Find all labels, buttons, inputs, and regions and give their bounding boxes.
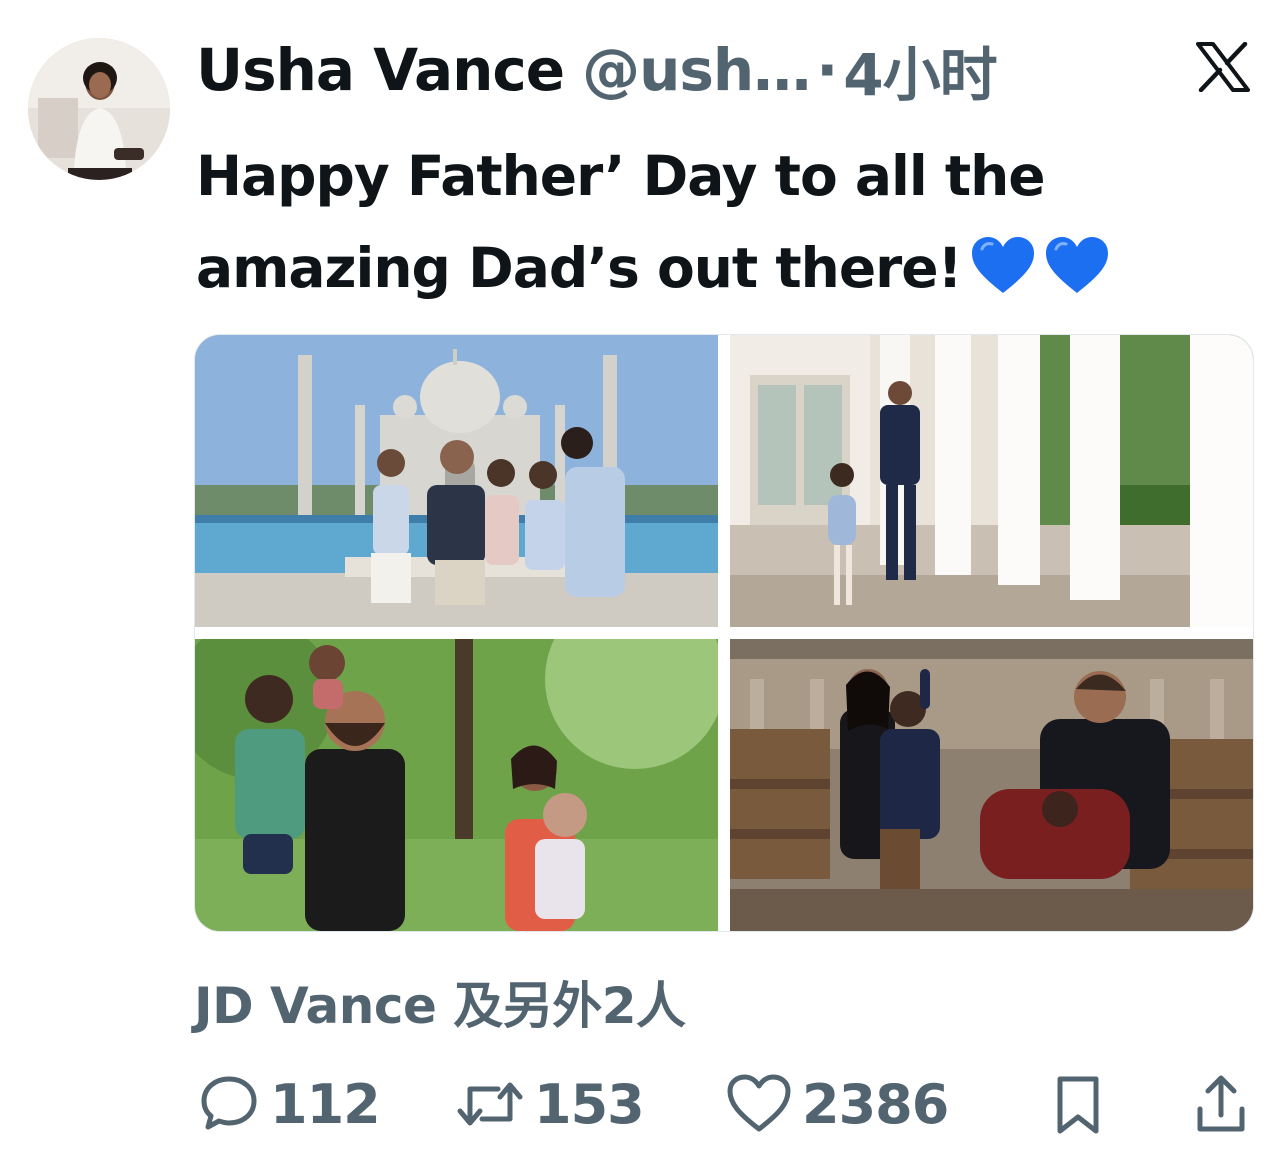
repost-count: 153 [534,1072,645,1136]
like-button[interactable]: 2386 [724,1064,949,1144]
repost-icon [457,1082,523,1126]
share-button[interactable] [1192,1064,1250,1144]
tweet-text: Happy Father’ Day to all the amazing Dad… [196,130,1236,314]
repost-button[interactable]: 153 [454,1064,645,1144]
avatar[interactable] [28,38,170,180]
separator-dot: · [816,36,838,104]
avatar-image [28,38,170,180]
photo-park-family[interactable] [195,639,718,931]
photo-colonnade-walk[interactable] [730,335,1253,627]
photo-taj-mahal-family[interactable] [195,335,718,627]
author-handle[interactable]: @ush… [582,36,811,104]
photo-grid [194,334,1254,932]
like-count: 2386 [802,1072,949,1136]
grid-gutter-horizontal [195,627,1253,639]
share-icon [1197,1075,1245,1132]
tweet-header: Usha Vance @ush… · 4小时 [196,28,998,112]
reply-button[interactable]: 112 [196,1064,381,1144]
liked-by-text[interactable]: JD Vance 及另外2人 [194,966,686,1038]
tweet-actions: 112 153 2386 [196,1064,1256,1144]
timestamp[interactable]: 4小时 [843,28,997,112]
x-logo-icon[interactable] [1196,41,1250,93]
blue-heart-icon [970,232,1036,294]
blue-heart-icon [1044,232,1110,294]
bookmark-button[interactable] [1050,1064,1106,1144]
author-name[interactable]: Usha Vance [196,36,565,104]
bookmark-icon [1057,1076,1099,1134]
reply-count: 112 [270,1072,381,1136]
heart-outline-icon [727,1074,791,1132]
tweet-body: Happy Father’ Day to all the amazing Dad… [196,144,1046,300]
photo-church-family[interactable] [730,639,1253,931]
reply-icon [201,1076,257,1130]
